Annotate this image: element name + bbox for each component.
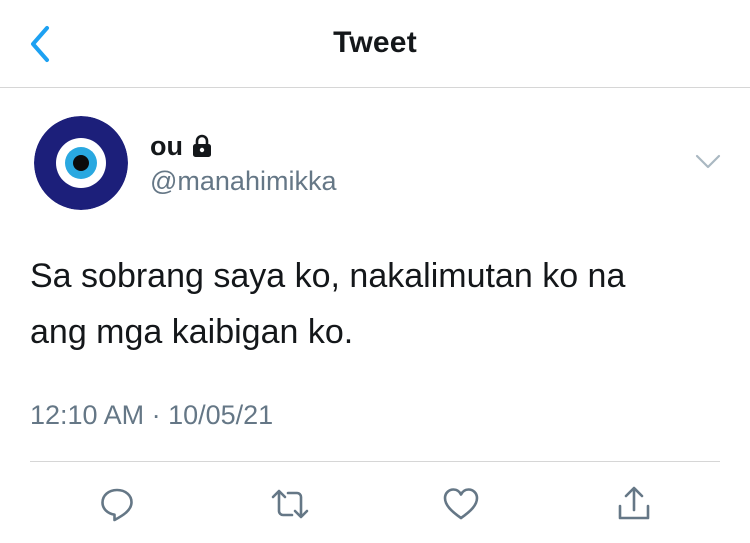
author-display-name[interactable]: ou <box>150 131 183 162</box>
author-handle[interactable]: @manahimikka <box>150 166 336 197</box>
tweet-timestamp[interactable]: 12:10 AM · 10/05/21 <box>30 400 273 431</box>
avatar[interactable] <box>34 116 128 210</box>
lock-icon <box>193 134 211 157</box>
tweet-options-button[interactable] <box>690 146 726 178</box>
tweet-text: Sa sobrang saya ko, nakalimutan ko na an… <box>30 248 730 360</box>
retweet-button[interactable] <box>270 484 310 524</box>
share-icon <box>618 486 650 520</box>
tweet-text-line: Sa sobrang saya ko, nakalimutan ko na <box>30 257 626 295</box>
top-bar: Tweet <box>0 0 750 88</box>
author-name-row: ou <box>150 128 213 164</box>
heart-icon <box>443 488 479 520</box>
retweet-icon <box>271 489 309 519</box>
reply-button[interactable] <box>97 484 137 524</box>
share-button[interactable] <box>614 484 654 524</box>
evil-eye-icon <box>34 116 128 210</box>
chevron-down-icon <box>695 154 721 169</box>
like-button[interactable] <box>441 484 481 524</box>
reply-icon <box>101 488 133 522</box>
divider <box>30 461 720 462</box>
page-title: Tweet <box>333 26 417 59</box>
tweet-text-line: ang mga kaibigan ko. <box>30 313 354 351</box>
